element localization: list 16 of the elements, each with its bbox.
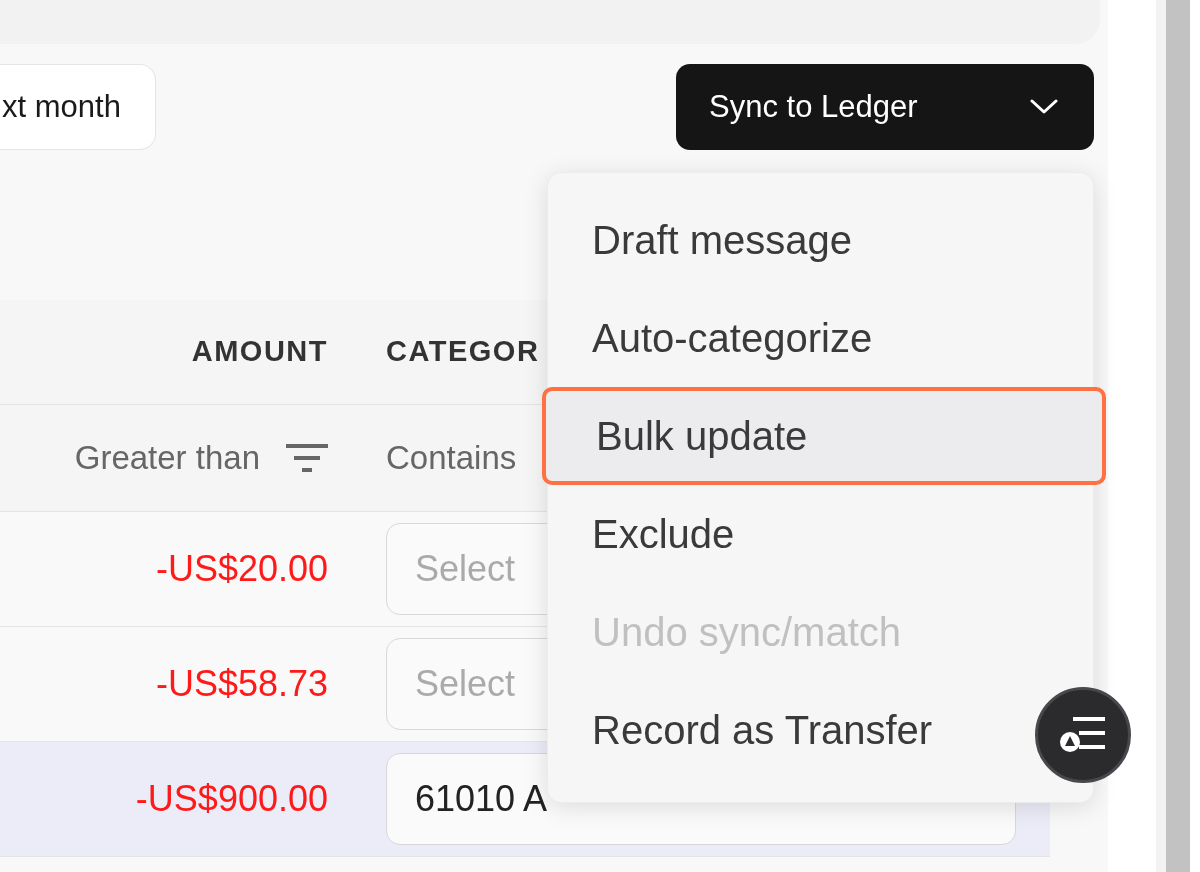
chevron-down-icon [1030,99,1058,115]
column-header: AMOUNT [190,334,328,370]
column-header: CATEGOR [386,334,540,370]
next-month-button[interactable]: xt month [0,64,156,150]
filter-label: Contains [386,438,517,479]
menu-item[interactable]: Draft message [592,191,853,289]
amount-cell-text: -US$58.73 [154,662,328,706]
scrollbar[interactable] [1166,0,1190,872]
list-icon [1059,715,1107,755]
amount-cell-text: -US$20.00 [154,547,328,591]
filter-icon[interactable] [286,444,328,472]
sync-button[interactable]: Sync to Ledger [676,64,1094,150]
menu-item[interactable]: Auto-categorize [592,289,873,387]
filter-label: Greater than [74,438,260,479]
menu-item[interactable]: Bulk update [542,387,1106,485]
amount-cell-text: -US$900.00 [134,777,328,821]
